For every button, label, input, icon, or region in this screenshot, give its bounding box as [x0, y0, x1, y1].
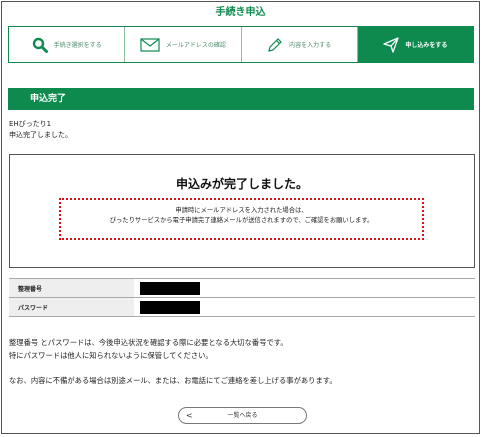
notice-line: 申請時にメールアドレスを入力された場合は、 — [175, 207, 308, 214]
chevron-left-icon: < — [186, 411, 193, 420]
note-line: 整理番号 とパスワードは、今後申込状況を確認する際に必要となる大切な番号です。 — [9, 338, 288, 347]
step-label: 申し込みをする — [405, 42, 448, 49]
envelope-icon — [140, 37, 160, 52]
step-select-procedure[interactable]: 手続き選択をする — [9, 27, 126, 62]
step-label: 手続き選択をする — [53, 42, 102, 49]
table-row: 整理番号 — [9, 278, 475, 298]
step-enter-content[interactable]: 内容を入力する — [242, 27, 358, 62]
completion-message: 申込完了しました。 — [9, 131, 72, 139]
step-confirm-email[interactable]: メールアドレスの確認 — [125, 27, 242, 62]
reference-number-label: 整理番号 — [9, 278, 134, 298]
completion-heading: 申込みが完了しました。 — [175, 177, 308, 191]
notice-line: ぴったりサービスから電子申請完了連絡メールが送信されますので、ご確認をお願いしま… — [109, 217, 374, 224]
reference-number-redacted — [140, 281, 200, 295]
send-icon — [383, 36, 400, 53]
step-label: 内容を入力する — [289, 42, 332, 49]
procedure-name: EHぴったり1 — [9, 120, 52, 128]
page-frame: 手続き申込 手続き選択をする メールアドレスの確認 内容を入力する 申し込みをす… — [1, 1, 480, 434]
back-button-label: 一覧へ戻る — [227, 412, 258, 419]
back-to-list-button[interactable]: < 一覧へ戻る — [178, 407, 307, 424]
note-line: 特にパスワードは他人に知られないように保管してください。 — [9, 351, 213, 360]
page-title: 手続き申込 — [215, 7, 266, 18]
step-label: メールアドレスの確認 — [165, 42, 226, 49]
email-notice: 申請時にメールアドレスを入力された場合は、 ぴったりサービスから電子申請完了連絡… — [59, 198, 424, 240]
credentials-table: 整理番号 パスワード — [9, 278, 475, 317]
password-label: パスワード — [9, 297, 134, 317]
completion-box: 申込みが完了しました。 申請時にメールアドレスを入力された場合は、 ぴったりサー… — [9, 154, 475, 268]
pencil-icon — [267, 37, 283, 53]
progress-steps: 手続き選択をする メールアドレスの確認 内容を入力する 申し込みをする — [8, 26, 474, 63]
step-submit[interactable]: 申し込みをする — [357, 27, 473, 62]
section-heading: 申込完了 — [8, 88, 474, 110]
notes: 整理番号 とパスワードは、今後申込状況を確認する際に必要となる大切な番号です。 … — [9, 336, 337, 387]
password-redacted — [140, 300, 200, 314]
table-row: パスワード — [9, 297, 475, 317]
intro-text: EHぴったり1 申込完了しました。 — [9, 119, 72, 141]
search-icon — [32, 37, 48, 53]
note-line: なお、内容に不備がある場合は別途メール、または、お電話にてご連絡を差し上げる事が… — [9, 376, 337, 385]
